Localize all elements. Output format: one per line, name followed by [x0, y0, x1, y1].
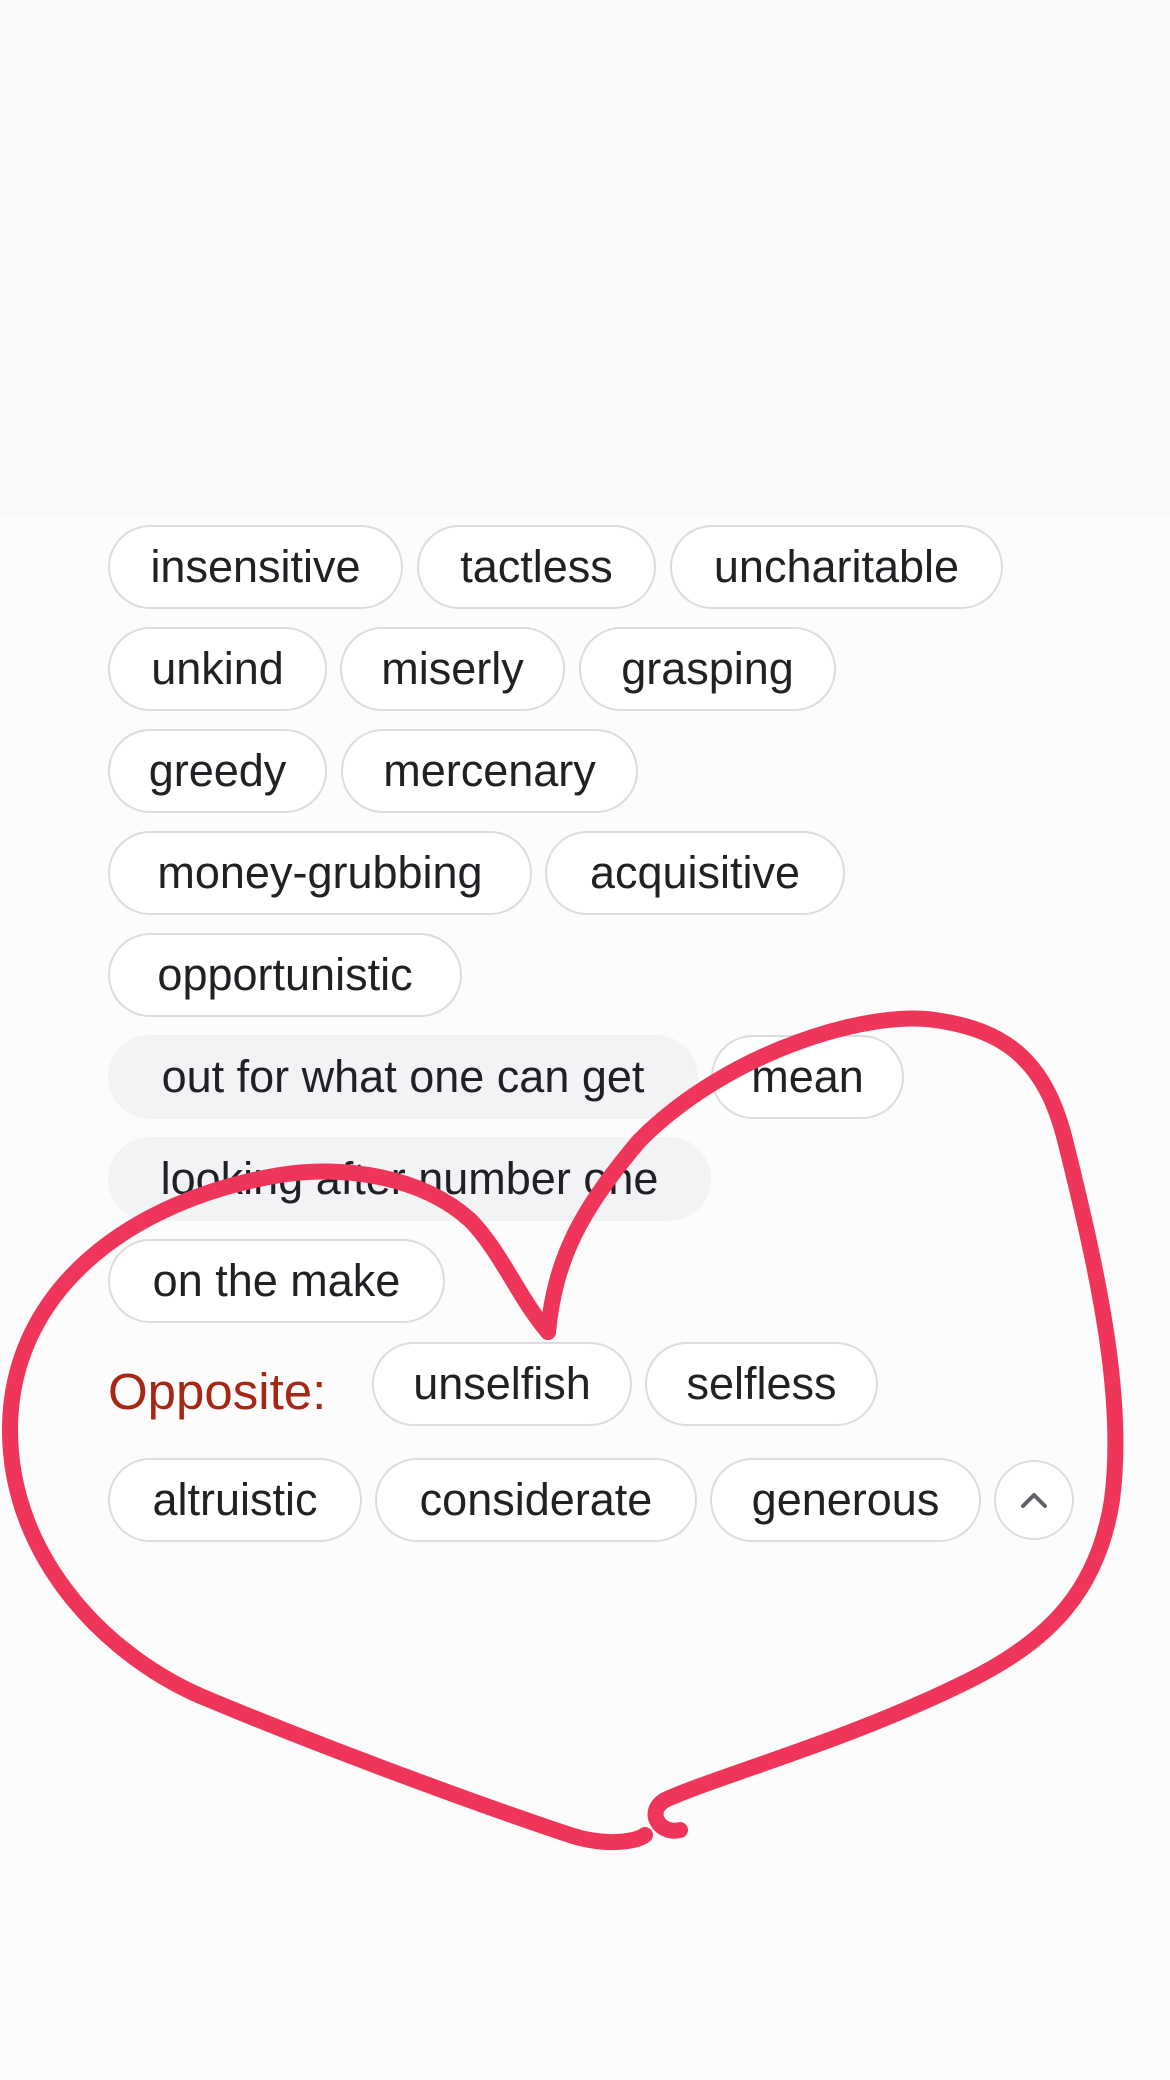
synonym-chip[interactable]: opportunistic	[108, 933, 462, 1017]
chevron-up-icon	[1021, 1493, 1047, 1508]
synonym-chip[interactable]: miserly	[340, 627, 565, 711]
antonym-chip[interactable]: altruistic	[108, 1458, 362, 1542]
top-blank-area	[0, 0, 1170, 518]
synonym-chip[interactable]: out for what one can get	[108, 1035, 698, 1119]
synonym-chip[interactable]: on the make	[108, 1239, 445, 1323]
synonym-chip[interactable]: unkind	[108, 627, 327, 711]
synonym-chip[interactable]: mercenary	[341, 729, 638, 813]
synonym-chip[interactable]: insensitive	[108, 525, 403, 609]
synonym-chip[interactable]: acquisitive	[545, 831, 845, 915]
antonym-chip[interactable]: selfless	[645, 1342, 878, 1426]
synonym-chip[interactable]: tactless	[417, 525, 656, 609]
synonym-chip[interactable]: grasping	[579, 627, 836, 711]
opposite-label: Opposite:	[108, 1363, 327, 1420]
antonym-chip[interactable]: generous	[710, 1458, 981, 1542]
synonym-chip[interactable]: money-grubbing	[108, 831, 532, 915]
synonym-chip[interactable]: uncharitable	[670, 525, 1003, 609]
antonym-chip[interactable]: unselfish	[372, 1342, 632, 1426]
synonym-chip[interactable]: looking after number one	[108, 1137, 711, 1221]
collapse-button[interactable]	[994, 1460, 1074, 1540]
synonym-chip[interactable]: mean	[711, 1035, 904, 1119]
synonym-chip[interactable]: greedy	[108, 729, 327, 813]
antonym-chip[interactable]: considerate	[375, 1458, 697, 1542]
